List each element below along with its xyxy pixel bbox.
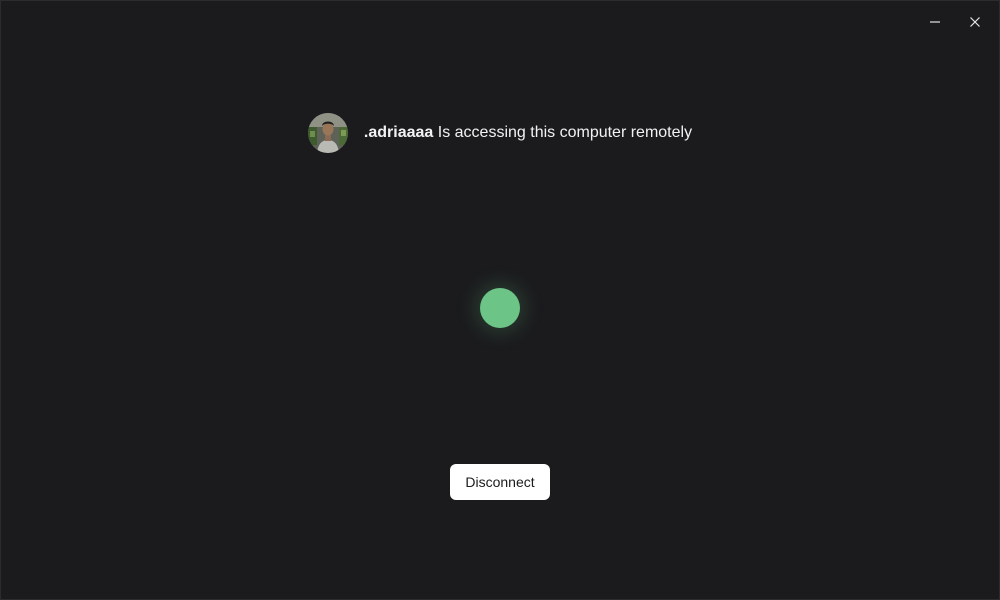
connection-status-indicator xyxy=(480,288,520,328)
access-message-text: Is accessing this computer remotely xyxy=(433,124,693,141)
close-icon xyxy=(970,17,980,27)
disconnect-button[interactable]: Disconnect xyxy=(450,464,550,500)
user-avatar-icon xyxy=(307,113,348,153)
remote-session-window: .adriaaaa Is accessing this computer rem… xyxy=(0,0,1000,600)
minimize-icon xyxy=(930,21,940,23)
avatar xyxy=(307,113,348,153)
window-controls xyxy=(915,9,995,35)
access-message: .adriaaaa Is accessing this computer rem… xyxy=(364,124,692,142)
username: .adriaaaa xyxy=(363,124,434,141)
session-header: .adriaaaa Is accessing this computer rem… xyxy=(1,113,999,153)
close-button[interactable] xyxy=(955,9,995,35)
minimize-button[interactable] xyxy=(915,9,955,35)
